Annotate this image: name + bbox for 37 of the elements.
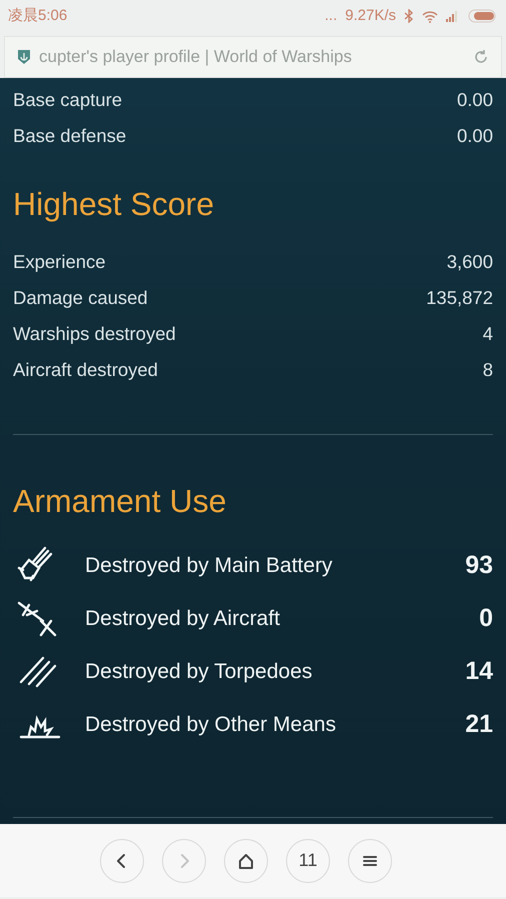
stat-label: Damage caused [13, 286, 148, 310]
clock: 凌晨5:06 [8, 6, 68, 26]
armament-count: 21 [465, 708, 493, 740]
home-button[interactable] [224, 838, 268, 882]
armament-count: 93 [465, 550, 493, 581]
stat-value: 0.00 [456, 88, 493, 112]
armament-label: Destroyed by Other Means [85, 712, 336, 738]
site-icon [17, 49, 31, 65]
wifi-icon [422, 10, 438, 22]
signal-icon [446, 10, 460, 22]
stat-value: 135,872 [426, 286, 493, 310]
page-title: cupter's player profile | World of Warships [39, 46, 352, 68]
network-speed: 9.27K/s [345, 6, 396, 26]
stat-label: Aircraft destroyed [13, 358, 158, 382]
stat-value: 3,600 [446, 250, 493, 274]
stat-label: Experience [13, 250, 106, 274]
stat-value: 0.00 [456, 124, 493, 148]
section-heading: Armament Use [13, 485, 228, 517]
back-button[interactable] [100, 838, 144, 882]
bluetooth-icon [404, 9, 414, 23]
stat-label: Base defense [13, 124, 126, 148]
armament-count: 0 [479, 602, 493, 634]
section-heading: Highest Score [13, 188, 215, 220]
armament-label: Destroyed by Main Battery [85, 552, 332, 579]
stat-value: 4 [482, 322, 493, 346]
stat-label: Base capture [13, 88, 122, 112]
tabs-button[interactable]: 11 [286, 838, 330, 882]
notification-dots: ... [324, 6, 338, 26]
menu-button[interactable] [348, 838, 392, 882]
battery-icon [468, 9, 498, 23]
armament-label: Destroyed by Torpedoes [85, 658, 312, 685]
armament-count: 14 [465, 656, 493, 687]
stat-value: 8 [482, 358, 493, 382]
home-icon [237, 852, 255, 870]
armament-label: Destroyed by Aircraft [85, 606, 280, 632]
reload-icon[interactable] [473, 49, 489, 65]
stat-label: Warships destroyed [13, 322, 176, 346]
